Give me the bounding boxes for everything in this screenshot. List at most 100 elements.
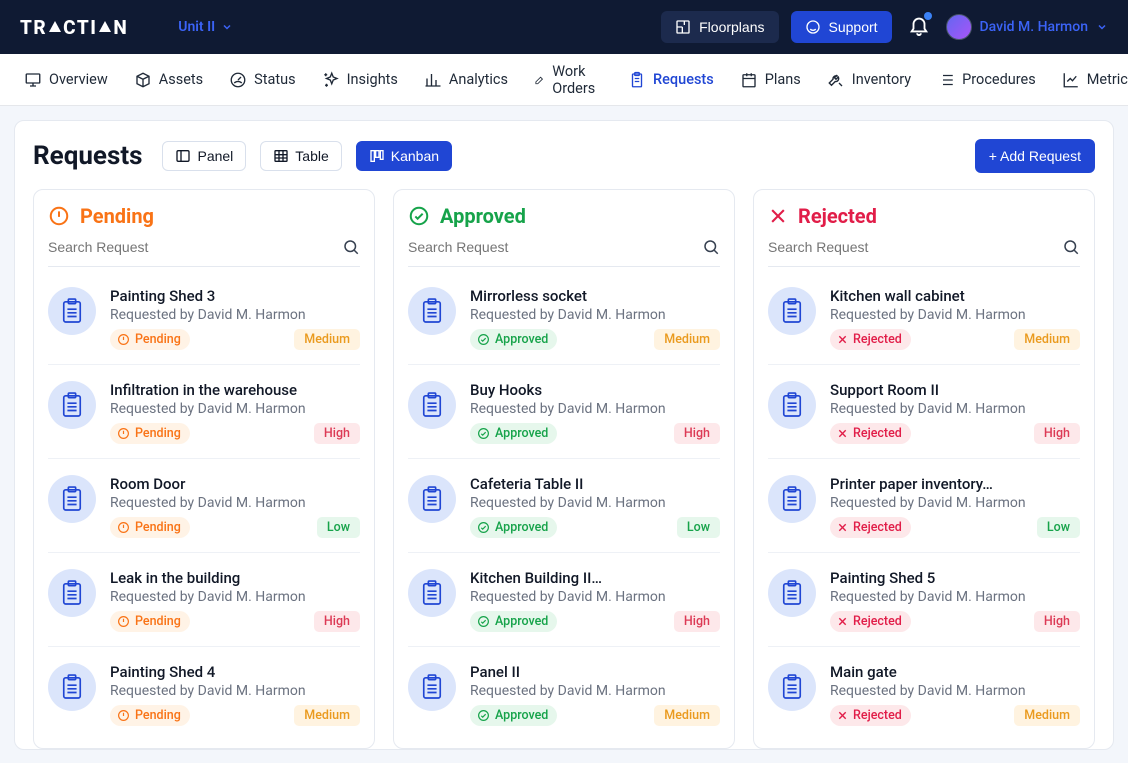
view-table-button[interactable]: Table — [260, 141, 341, 171]
request-card[interactable]: Painting Shed 3Requested by David M. Har… — [48, 271, 360, 365]
search-input-approved[interactable] — [408, 239, 702, 255]
search-row-rejected — [768, 238, 1080, 267]
bars-icon — [424, 71, 442, 89]
request-badges: PendingHigh — [110, 611, 360, 632]
request-card[interactable]: Painting Shed 5Requested by David M. Har… — [768, 553, 1080, 647]
notifications-button[interactable] — [904, 10, 934, 44]
request-badges: Rejected High — [830, 611, 1080, 632]
request-card[interactable]: Buy HooksRequested by David M. HarmonApp… — [408, 365, 720, 459]
status-badge: Pending — [110, 705, 190, 726]
clipboard-icon — [768, 381, 816, 429]
monitor-icon — [24, 71, 42, 89]
priority-badge: High — [1034, 423, 1080, 444]
x-icon — [768, 206, 788, 226]
tab-label: Plans — [765, 71, 801, 88]
request-card[interactable]: Kitchen Building II… Requested by David M… — [408, 553, 720, 647]
status-badge: Rejected — [830, 517, 911, 538]
request-subtitle: Requested by David M. Harmon — [110, 495, 360, 511]
request-subtitle: Requested by David M. Harmon — [830, 307, 1080, 323]
request-card[interactable]: Cafeteria Table IIRequested by David M. … — [408, 459, 720, 553]
request-card[interactable]: Panel IIRequested by David M. HarmonAppr… — [408, 647, 720, 740]
page-title: Requests — [33, 141, 142, 171]
request-card[interactable]: Main gateRequested by David M. HarmonRej… — [768, 647, 1080, 740]
request-badges: Rejected Medium — [830, 705, 1080, 726]
logo-triangle-icon — [99, 21, 111, 32]
request-card[interactable]: Kitchen wall cabinet Requested by David M… — [768, 271, 1080, 365]
tab-insights[interactable]: Insights — [322, 65, 398, 95]
request-card[interactable]: Infiltration in the warehouseRequested b… — [48, 365, 360, 459]
unit-selector[interactable]: Unit II — [178, 19, 233, 35]
tab-analytics[interactable]: Analytics — [424, 65, 508, 95]
status-badge: Approved — [470, 611, 557, 632]
priority-badge: Medium — [1014, 705, 1080, 726]
user-menu[interactable]: David M. Harmon — [946, 14, 1108, 40]
support-icon — [805, 19, 821, 35]
calendar-icon — [740, 71, 758, 89]
request-badges: ApprovedHigh — [470, 423, 720, 444]
request-card[interactable]: Support Room IIRequested by David M. Har… — [768, 365, 1080, 459]
view-kanban-button[interactable]: Kanban — [356, 141, 452, 171]
topbar-right: Floorplans Support David M. Harmon — [661, 10, 1108, 44]
priority-badge: High — [1034, 611, 1080, 632]
tab-work-orders[interactable]: Work Orders — [534, 57, 602, 103]
request-card[interactable]: Room DoorRequested by David M. HarmonPen… — [48, 459, 360, 553]
request-card[interactable]: Painting Shed 4Requested by David M. Har… — [48, 647, 360, 740]
clipboard-icon — [48, 663, 96, 711]
request-title: Support Room II — [830, 381, 1080, 399]
tab-assets[interactable]: Assets — [134, 65, 203, 95]
tab-overview[interactable]: Overview — [24, 65, 108, 95]
priority-badge: High — [674, 611, 720, 632]
clipboard-icon — [48, 475, 96, 523]
cube-icon — [134, 71, 152, 89]
status-badge: Rejected — [830, 705, 911, 726]
tab-metrics[interactable]: Metrics — [1062, 65, 1128, 95]
tab-requests[interactable]: Requests — [628, 65, 714, 95]
add-request-button[interactable]: + Add Request — [975, 139, 1095, 173]
view-kanban-label: Kanban — [391, 148, 439, 164]
search-row-approved — [408, 238, 720, 267]
request-card[interactable]: Mirrorless socketRequested by David M. H… — [408, 271, 720, 365]
request-title: Printer paper inventory… — [830, 475, 1080, 493]
support-button[interactable]: Support — [791, 11, 892, 43]
view-panel-button[interactable]: Panel — [162, 141, 246, 171]
tab-procedures[interactable]: Procedures — [937, 65, 1036, 95]
clipboard-icon — [408, 287, 456, 335]
table-icon — [273, 148, 289, 164]
list-pending[interactable]: Painting Shed 3Requested by David M. Har… — [48, 271, 360, 748]
search-row-pending — [48, 238, 360, 267]
list-icon — [937, 71, 955, 89]
status-badge: Approved — [470, 705, 557, 726]
search-input-rejected[interactable] — [768, 239, 1062, 255]
tab-plans[interactable]: Plans — [740, 65, 801, 95]
request-body: Kitchen wall cabinet Requested by David M… — [830, 287, 1080, 350]
status-badge: Rejected — [830, 423, 911, 444]
request-subtitle: Requested by David M. Harmon — [470, 589, 720, 605]
request-badges: ApprovedMedium — [470, 329, 720, 350]
list-approved[interactable]: Mirrorless socketRequested by David M. H… — [408, 271, 720, 748]
request-subtitle: Requested by David M. Harmon — [110, 401, 360, 417]
request-badges: RejectedMedium — [830, 329, 1080, 350]
priority-badge: Medium — [294, 705, 360, 726]
request-subtitle: Requested by David M. Harmon — [830, 589, 1080, 605]
request-card[interactable]: Leak in the buildingRequested by David M… — [48, 553, 360, 647]
search-icon — [702, 238, 720, 256]
request-card[interactable]: Printer paper inventory…Requested by Dav… — [768, 459, 1080, 553]
tab-status[interactable]: Status — [229, 65, 295, 95]
request-title: Painting Shed 4 — [110, 663, 360, 681]
search-input-pending[interactable] — [48, 239, 342, 255]
request-badges: Pending Medium — [110, 705, 360, 726]
floorplans-button[interactable]: Floorplans — [661, 11, 778, 43]
tab-inventory[interactable]: Inventory — [827, 65, 911, 95]
request-body: Painting Shed 4Requested by David M. Har… — [110, 663, 360, 726]
tools-icon — [827, 71, 845, 89]
request-title: Kitchen wall cabinet — [830, 287, 1080, 305]
request-badges: PendingHigh — [110, 423, 360, 444]
status-badge: Rejected — [830, 611, 911, 632]
request-title: Kitchen Building II… — [470, 569, 720, 587]
request-title: Leak in the building — [110, 569, 360, 587]
list-rejected[interactable]: Kitchen wall cabinet Requested by David M… — [768, 271, 1080, 748]
column-pending: Pending Painting Shed 3Requested by Davi… — [33, 189, 375, 749]
gauge-icon — [229, 71, 247, 89]
request-badges: RejectedLow — [830, 517, 1080, 538]
priority-badge: High — [674, 423, 720, 444]
